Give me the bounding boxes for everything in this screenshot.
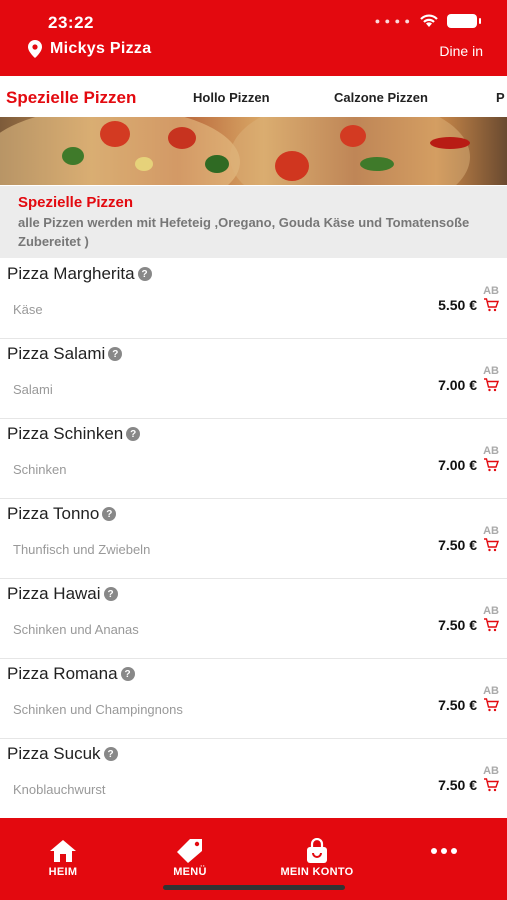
item-price: 7.50 € [438,617,477,633]
category-description: alle Pizzen werden mit Hefeteig ,Oregano… [18,215,470,249]
nav-menu-label: MENÜ [173,866,207,878]
cart-icon[interactable] [483,778,499,792]
price-prefix: AB [483,365,499,377]
menu-item[interactable]: Pizza Romana ? Schinken und Champingnons… [0,659,507,739]
menu-item[interactable]: Pizza Salami ? Salami AB 7.00 € [0,339,507,419]
item-name: Pizza Sucuk [7,744,101,763]
price-prefix: AB [483,765,499,777]
item-name: Pizza Tonno [7,504,100,523]
category-info: Spezielle Pizzen alle Pizzen werden mit … [0,186,507,258]
nav-account[interactable]: MEIN KONTO [262,838,372,878]
item-name: Pizza Margherita [7,264,135,283]
menu-item-name-row: Pizza Romana ? [7,664,135,684]
home-icon [8,838,118,864]
shopping-bag-icon [262,838,372,864]
tab-more-categories[interactable]: P [496,90,505,105]
item-description: Schinken und Ananas [13,622,139,637]
more-icon [389,838,499,864]
order-mode-toggle[interactable]: Dine in [439,43,483,59]
info-icon[interactable]: ? [126,427,141,441]
item-description: Käse [13,302,43,317]
cart-icon[interactable] [483,698,499,712]
item-name: Pizza Romana [7,664,118,683]
menu-item-name-row: Pizza Tonno ? [7,504,117,524]
item-price: 7.00 € [438,457,477,473]
item-name: Pizza Hawai [7,584,101,603]
item-price: 7.00 € [438,377,477,393]
price-prefix: AB [483,605,499,617]
price-row: 7.50 € [438,617,499,633]
price-row: 7.50 € [438,777,499,793]
home-indicator [163,885,345,890]
price-prefix: AB [483,685,499,697]
info-icon[interactable]: ? [120,667,135,681]
cart-icon[interactable] [483,378,499,392]
signal-icon: ● ● ● ● [374,16,411,26]
item-description: Schinken und Champingnons [13,702,183,717]
cart-icon[interactable] [483,298,499,312]
cart-icon[interactable] [483,458,499,472]
category-title: Spezielle Pizzen [18,194,134,211]
item-price: 7.50 € [438,777,477,793]
menu-item[interactable]: Pizza Sucuk ? Knoblauchwurst AB 7.50 € [0,739,507,819]
wifi-icon [420,14,438,27]
category-banner-image [0,117,507,185]
info-icon[interactable]: ? [137,267,152,281]
nav-more[interactable] [389,838,499,866]
menu-item-name-row: Pizza Sucuk ? [7,744,118,764]
menu-item-name-row: Pizza Schinken ? [7,424,141,444]
battery-icon [447,14,481,28]
menu-item[interactable]: Pizza Hawai ? Schinken und Ananas AB 7.5… [0,579,507,659]
item-name: Pizza Salami [7,344,106,363]
item-description: Knoblauchwurst [13,782,106,797]
item-price: 7.50 € [438,697,477,713]
nav-home-label: HEIM [48,866,78,878]
info-icon[interactable]: ? [108,347,123,361]
tab-calzone-pizzen[interactable]: Calzone Pizzen [334,90,428,105]
app-header: 23:22 ● ● ● ● Mickys Pizza Dine in [0,0,507,76]
menu-item-name-row: Pizza Salami ? [7,344,123,364]
info-icon[interactable]: ? [103,747,118,761]
cart-icon[interactable] [483,538,499,552]
category-tabs: Spezielle Pizzen Hollo Pizzen Calzone Pi… [0,88,507,116]
tab-spezielle-pizzen[interactable]: Spezielle Pizzen [6,88,136,108]
item-description: Salami [13,382,53,397]
info-icon[interactable]: ? [102,507,117,521]
price-row: 5.50 € [438,297,499,313]
tag-icon [135,838,245,864]
price-row: 7.50 € [438,697,499,713]
price-prefix: AB [483,445,499,457]
item-description: Thunfisch und Zwiebeln [13,542,151,557]
price-row: 7.00 € [438,377,499,393]
store-name: Mickys Pizza [50,40,152,57]
menu-item-list: Pizza Margherita ? Käse AB 5.50 € Pizza … [0,259,507,819]
item-description: Schinken [13,462,67,477]
price-prefix: AB [483,525,499,537]
cart-icon[interactable] [483,618,499,632]
nav-account-label: MEIN KONTO [280,866,354,878]
status-time: 23:22 [48,13,94,32]
menu-item-name-row: Pizza Margherita ? [7,264,152,284]
menu-item[interactable]: Pizza Schinken ? Schinken AB 7.00 € [0,419,507,499]
item-price: 5.50 € [438,297,477,313]
nav-menu[interactable]: MENÜ [135,838,245,878]
item-name: Pizza Schinken [7,424,124,443]
menu-item-name-row: Pizza Hawai ? [7,584,118,604]
menu-item[interactable]: Pizza Margherita ? Käse AB 5.50 € [0,259,507,339]
price-prefix: AB [483,285,499,297]
store-selector[interactable]: Mickys Pizza [28,40,151,58]
nav-home[interactable]: HEIM [8,838,118,878]
status-icons: ● ● ● ● [374,14,481,28]
menu-item[interactable]: Pizza Tonno ? Thunfisch und Zwiebeln AB … [0,499,507,579]
info-icon[interactable]: ? [103,587,118,601]
tab-hollo-pizzen[interactable]: Hollo Pizzen [193,90,270,105]
item-price: 7.50 € [438,537,477,553]
price-row: 7.00 € [438,457,499,473]
price-row: 7.50 € [438,537,499,553]
location-pin-icon [28,40,42,58]
